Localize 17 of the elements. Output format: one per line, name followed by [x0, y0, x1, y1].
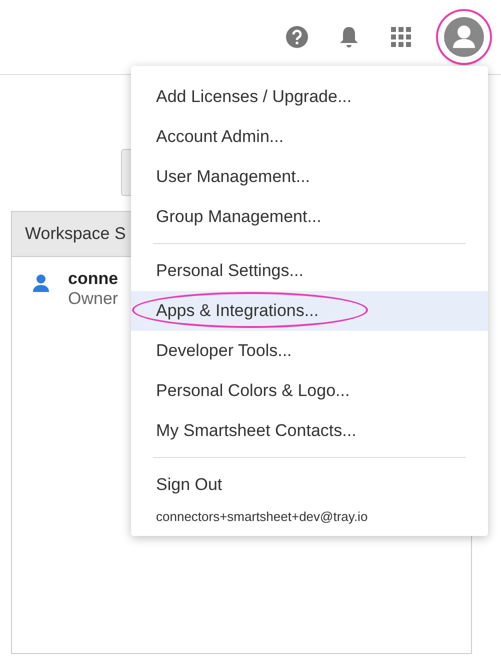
user-avatar-icon [444, 17, 484, 57]
bell-icon [338, 25, 360, 49]
person-icon [32, 273, 50, 293]
menu-item[interactable]: Personal Colors & Logo... [131, 371, 488, 411]
help-icon [285, 25, 309, 49]
menu-item[interactable]: Account Admin... [131, 117, 488, 157]
menu-item[interactable]: Developer Tools... [131, 331, 488, 371]
menu-item[interactable]: Apps & Integrations... [131, 291, 488, 331]
sign-out-item[interactable]: Sign Out [131, 465, 488, 505]
apps-grid-icon [391, 27, 411, 47]
account-email: connectors+smartsheet+dev@tray.io [155, 508, 369, 524]
avatar-button[interactable] [438, 11, 490, 63]
member-role: Owner [68, 289, 118, 309]
member-name: conne [68, 269, 118, 289]
menu-item[interactable]: User Management... [131, 157, 488, 197]
menu-item[interactable]: My Smartsheet Contacts... [131, 411, 488, 451]
menu-item[interactable]: Add Licenses / Upgrade... [131, 77, 488, 117]
